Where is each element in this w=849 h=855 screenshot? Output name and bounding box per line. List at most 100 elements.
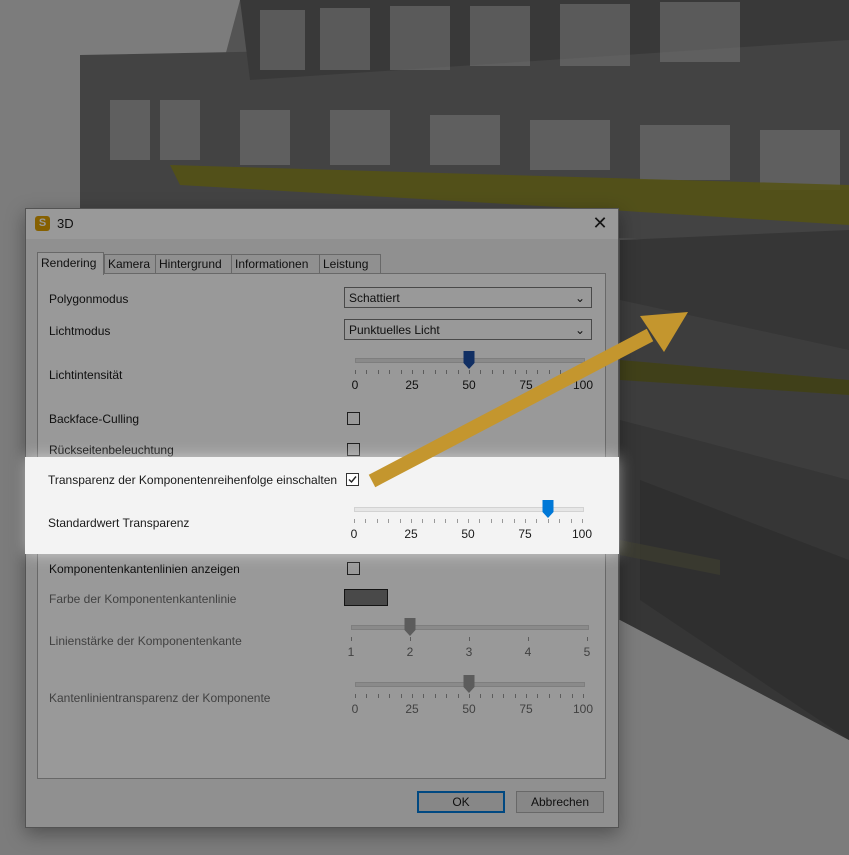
slider-tick: [537, 694, 539, 698]
slider-tick: [446, 694, 448, 698]
slider-tick: [355, 370, 356, 374]
backside-lighting-checkbox[interactable]: [347, 443, 360, 456]
slider-tick: [377, 694, 379, 698]
slider-tick-label: 5: [583, 645, 591, 659]
slider-tick: [412, 370, 413, 374]
slider-tick: [571, 694, 573, 698]
slider-tick: [502, 519, 504, 523]
slider-tick: [525, 519, 526, 523]
slider-tick: [571, 370, 573, 374]
slider-tick: [388, 519, 390, 523]
slider-tick-label: 3: [465, 645, 473, 659]
slider-tick: [514, 694, 516, 698]
slider-tick: [355, 694, 356, 698]
slider-tick: [536, 519, 538, 523]
slider-tick: [457, 694, 459, 698]
slider-tick-label: 50: [462, 378, 476, 392]
slider-thumb[interactable]: [463, 675, 475, 693]
slider-tick: [526, 694, 527, 698]
light-mode-value: Punktuelles Licht: [349, 323, 440, 337]
slider-tick: [559, 519, 561, 523]
slider-tick: [399, 519, 401, 523]
slider-tick: [583, 694, 584, 698]
edge-line-transparency-label: Kantenlinientransparenz der Komponente: [49, 691, 271, 705]
slider-tick-label: 2: [406, 645, 414, 659]
slider-tick: [547, 519, 549, 523]
slider-tick: [366, 694, 368, 698]
slider-tick-label: 100: [572, 702, 594, 716]
slider-tick: [503, 370, 505, 374]
tab-leistung[interactable]: Leistung: [319, 254, 381, 274]
slider-tick: [490, 519, 492, 523]
slider-tick: [469, 370, 470, 374]
slider-tick: [400, 694, 402, 698]
light-mode-select[interactable]: Punktuelles Licht ⌄: [344, 319, 592, 340]
tab-informationen[interactable]: Informationen: [231, 254, 321, 274]
tab-hintergrund[interactable]: Hintergrund: [155, 254, 233, 274]
tab-rendering[interactable]: Rendering: [37, 252, 104, 275]
slider-tick: [456, 519, 458, 523]
slider-tick: [526, 370, 527, 374]
slider-tick: [560, 694, 562, 698]
slider-tick-label: 0: [350, 527, 358, 541]
title-bar: S 3D ✕: [26, 209, 618, 239]
light-intensity-slider[interactable]: 0 25 50 75 100: [352, 351, 593, 395]
slider-tick: [389, 370, 391, 374]
slider-tick: [422, 519, 424, 523]
slider-tick-label: 1: [347, 645, 355, 659]
polygon-mode-value: Schattiert: [349, 291, 400, 305]
highlighted-region: Transparenz der Komponentenreihenfolge e…: [25, 457, 619, 554]
slider-tick-label: 25: [405, 702, 419, 716]
slider-tick: [479, 519, 481, 523]
ok-button[interactable]: OK: [417, 791, 505, 813]
slider-thumb[interactable]: [404, 618, 416, 636]
backface-culling-checkbox[interactable]: [347, 412, 360, 425]
slider-tick: [446, 370, 448, 374]
edge-line-transparency-slider[interactable]: 0 25 50 75 100: [351, 675, 593, 719]
show-edge-lines-checkbox[interactable]: [347, 562, 360, 575]
slider-tick: [376, 519, 378, 523]
slider-tick: [582, 519, 583, 523]
default-transparency-slider[interactable]: 0 25 50 75 100: [350, 500, 592, 544]
slider-tick-label: 75: [519, 702, 533, 716]
slider-tick-label: 100: [572, 378, 594, 392]
slider-tick-label: 50: [461, 527, 475, 541]
component-order-transparency-label: Transparenz der Komponentenreihenfolge e…: [48, 473, 338, 487]
close-icon[interactable]: ✕: [590, 213, 610, 233]
slider-tick-label: 0: [351, 702, 359, 716]
dialog-title: 3D: [57, 216, 74, 231]
slider-tick: [503, 694, 505, 698]
polygon-mode-select[interactable]: Schattiert ⌄: [344, 287, 592, 308]
default-transparency-label: Standardwert Transparenz: [48, 516, 190, 530]
slider-tick: [423, 370, 425, 374]
slider-tick: [434, 694, 436, 698]
slider-tick: [491, 694, 493, 698]
show-edge-lines-label: Komponentenkantenlinien anzeigen: [49, 562, 240, 576]
slider-thumb[interactable]: [463, 351, 475, 369]
slider-tick: [528, 637, 529, 641]
slider-tick: [468, 519, 469, 523]
edge-line-color-swatch[interactable]: [344, 589, 388, 606]
component-order-transparency-checkbox[interactable]: [346, 473, 359, 486]
light-mode-label: Lichtmodus: [49, 324, 111, 338]
cancel-button[interactable]: Abbrechen: [516, 791, 604, 813]
polygon-mode-label: Polygonmodus: [49, 292, 129, 306]
edge-line-width-label: Linienstärke der Komponentenkante: [49, 634, 242, 648]
chevron-down-icon: ⌄: [574, 291, 585, 305]
light-intensity-label: Lichtintensität: [49, 368, 123, 382]
slider-tick: [423, 694, 425, 698]
slider-tick-label: 4: [524, 645, 532, 659]
edge-line-width-slider[interactable]: 1 2 3 4 5: [347, 618, 591, 662]
slider-tick-label: 75: [519, 378, 533, 392]
slider-tick: [587, 637, 588, 641]
slider-tick: [469, 637, 470, 641]
tab-kamera[interactable]: Kamera: [104, 254, 157, 274]
slider-tick: [583, 370, 584, 374]
slider-thumb[interactable]: [542, 500, 554, 518]
slider-tick: [412, 694, 413, 698]
slider-tick: [366, 370, 368, 374]
backface-culling-label: Backface-Culling: [49, 412, 140, 426]
slider-tick: [400, 370, 402, 374]
slider-tick-label: 75: [518, 527, 532, 541]
edge-line-color-label: Farbe der Komponentenkantenlinie: [49, 592, 237, 606]
